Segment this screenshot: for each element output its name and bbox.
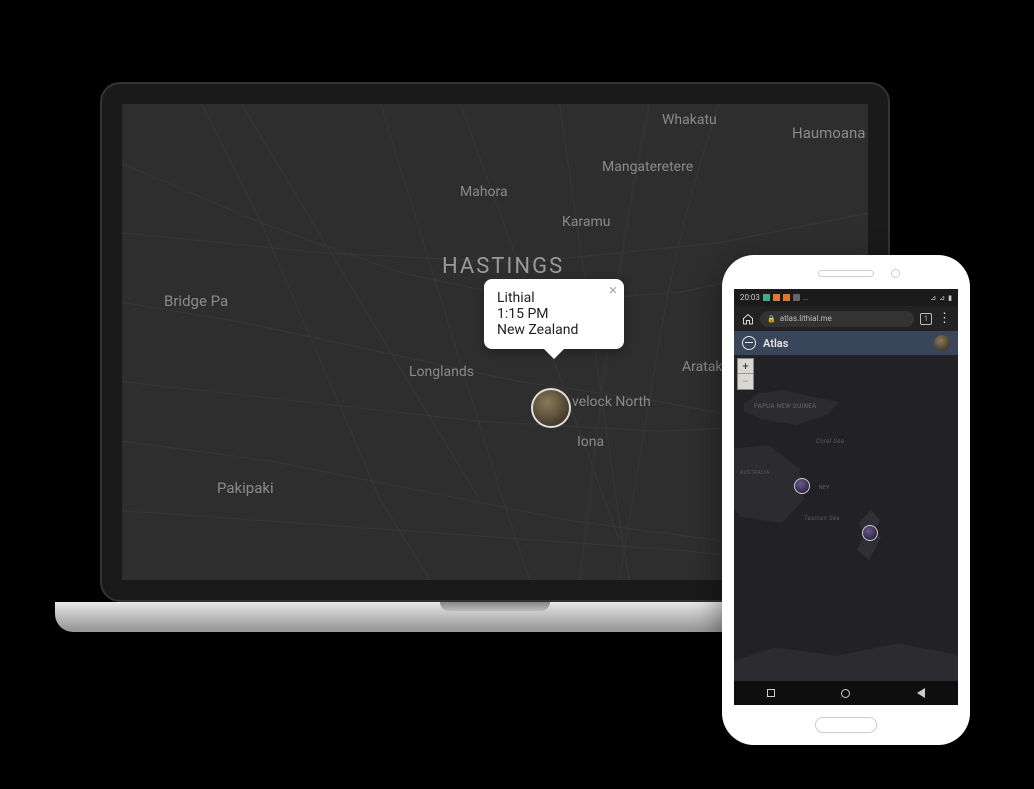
nav-recents-icon[interactable] — [767, 689, 775, 697]
popup-time: 1:15 PM — [497, 306, 611, 322]
phone-camera — [891, 269, 900, 278]
map-label-haumoana: Haumoana — [792, 124, 865, 142]
map-label-bridgepa: Bridge Pa — [164, 292, 228, 310]
map-label-png: PAPUA NEW GUINEA — [754, 403, 816, 410]
app-logo-icon[interactable] — [742, 336, 756, 350]
laptop-notch — [440, 602, 550, 611]
phone-speaker — [818, 270, 874, 277]
app-title: Atlas — [763, 337, 788, 350]
status-notif-icon-2 — [783, 294, 790, 301]
status-left: 20:03 … — [740, 293, 808, 302]
zoom-in-button[interactable]: + — [738, 359, 753, 374]
nav-home-icon[interactable] — [841, 689, 850, 698]
browser-menu-icon[interactable]: ⋮ — [938, 312, 951, 325]
map-label-whakatu: Whakatu — [662, 112, 717, 128]
status-time: 20:03 — [740, 293, 760, 302]
map-popup: × Lithial 1:15 PM New Zealand — [484, 279, 624, 349]
browser-toolbar: 🔒 atlas.lithial.me 1 ⋮ — [734, 306, 958, 331]
map-label-ney: NEY — [819, 485, 830, 491]
map-label-tasman-sea: Tasman Sea — [804, 515, 840, 522]
popup-user-name: Lithial — [497, 290, 611, 306]
nav-back-icon[interactable] — [917, 688, 925, 698]
user-marker-2[interactable] — [862, 525, 878, 541]
phone-device: 20:03 … ⊿ ⊿ ▮ 🔒 atlas.lithial.me — [722, 255, 970, 745]
map-label-coral-sea: Coral Sea — [816, 438, 844, 445]
popup-location: New Zealand — [497, 322, 611, 338]
phone-home-button[interactable] — [815, 717, 877, 733]
map-label-karamu: Karamu — [562, 214, 610, 230]
header-avatar[interactable] — [934, 335, 950, 351]
map-label-mangateretere: Mangateretere — [602, 159, 693, 175]
browser-tabs-button[interactable]: 1 — [920, 313, 932, 325]
phone-map-canvas[interactable]: + − PAPUA NEW GUINEA Coral Sea AUSTRALIA… — [734, 355, 958, 681]
app-header: Atlas — [734, 331, 958, 355]
map-label-mahora: Mahora — [460, 184, 508, 200]
browser-home-icon[interactable] — [741, 312, 754, 325]
popup-close-button[interactable]: × — [609, 283, 617, 298]
status-right: ⊿ ⊿ ▮ — [930, 294, 952, 302]
status-notif-icon — [773, 294, 780, 301]
map-label-havelock: velock North — [572, 394, 651, 410]
lock-icon: 🔒 — [767, 315, 776, 323]
signal-icon: ⊿ — [939, 294, 945, 302]
phone-screen: 20:03 … ⊿ ⊿ ▮ 🔒 atlas.lithial.me — [734, 289, 958, 705]
user-marker-avatar[interactable] — [531, 388, 571, 428]
map-label-pakipaki: Pakipaki — [217, 479, 274, 497]
user-marker-1[interactable] — [794, 478, 810, 494]
map-label-longlands: Longlands — [409, 364, 474, 380]
battery-icon: ▮ — [948, 294, 952, 302]
status-notif-icon-3 — [793, 294, 800, 301]
android-status-bar: 20:03 … ⊿ ⊿ ▮ — [734, 289, 958, 306]
android-nav-bar — [734, 681, 958, 705]
wifi-icon: ⊿ — [930, 294, 936, 302]
status-app-icon — [763, 294, 770, 301]
map-label-australia: AUSTRALIA — [740, 470, 770, 476]
zoom-out-button[interactable]: − — [738, 374, 753, 389]
landmass-antarctica — [734, 639, 958, 681]
zoom-control: + − — [737, 358, 754, 390]
status-more-icon: … — [803, 293, 808, 302]
map-label-arataki: Arataki — [682, 359, 726, 375]
map-city-label: HASTINGS — [442, 254, 564, 279]
map-label-iona: Iona — [577, 434, 604, 450]
tabs-count: 1 — [924, 315, 928, 323]
url-text: atlas.lithial.me — [780, 314, 832, 323]
browser-url-bar[interactable]: 🔒 atlas.lithial.me — [760, 311, 914, 327]
